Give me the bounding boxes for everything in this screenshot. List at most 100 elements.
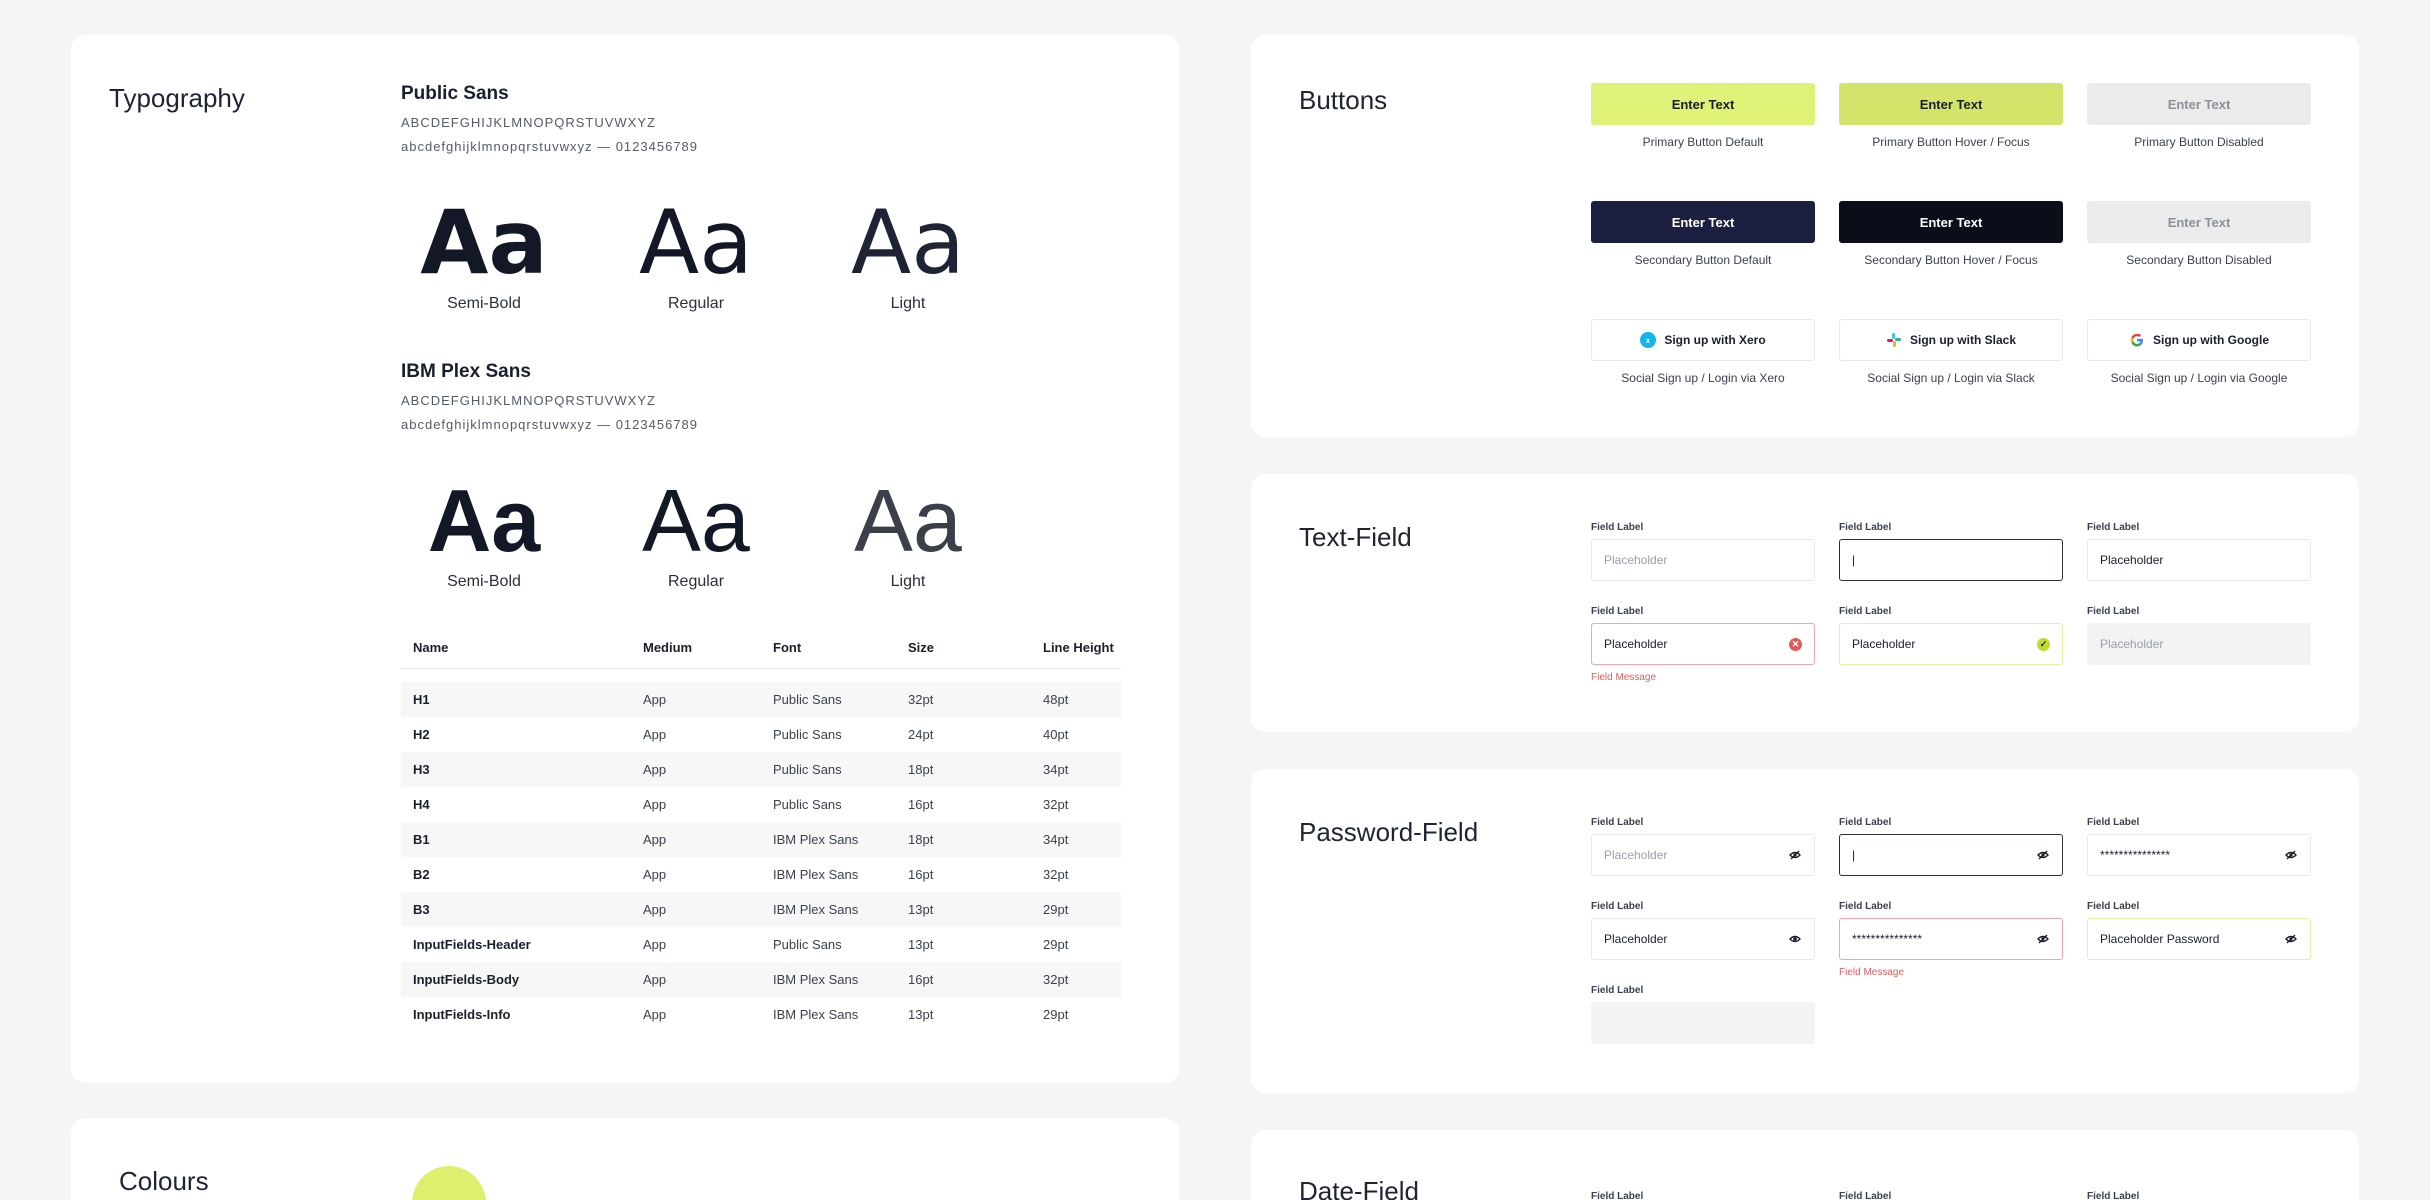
table-cell: Public Sans: [773, 727, 842, 742]
table-cell: App: [631, 682, 761, 717]
table-cell: Public Sans: [761, 682, 896, 717]
table-cell: H2: [413, 727, 430, 742]
eye-slash-icon[interactable]: [2036, 848, 2050, 862]
col-header-size: Size: [896, 628, 1031, 669]
col-header-line-height: Line Height: [1031, 628, 1121, 669]
social-signup-button[interactable]: Sign up with Google: [2087, 319, 2311, 361]
table-cell: IBM Plex Sans: [773, 867, 859, 882]
font-uppercase-sample: ABCDEFGHIJKLMNOPQRSTUVWXYZ: [401, 115, 656, 130]
social-button-label: Sign up with Google: [2153, 333, 2269, 347]
field-label: Field Label: [1591, 1191, 1644, 1200]
sample-semibold: Aa Semi-Bold: [419, 471, 549, 591]
table-row: InputFields-Body App IBM Plex Sans 16pt 32pt: [401, 962, 1121, 997]
table-header-row: Name Medium Font Size Line Height: [401, 628, 1121, 669]
table-cell: IBM Plex Sans: [761, 822, 896, 857]
table-cell: 32pt: [1043, 867, 1069, 882]
field-cursor: |: [1852, 553, 1856, 567]
table-cell: 18pt: [896, 752, 1031, 787]
password-title: Password-Field: [1299, 817, 1479, 847]
secondary-button[interactable]: Enter Text: [1591, 201, 1815, 243]
eye-slash-icon[interactable]: [2036, 932, 2050, 946]
sample-regular: Aa Regular: [631, 471, 761, 591]
social-signup-button[interactable]: Sign up with Slack: [1839, 319, 2063, 361]
google-icon: [2129, 332, 2145, 348]
table-cell: 48pt: [1031, 682, 1121, 717]
table-cell: App: [643, 727, 667, 742]
button-caption: Secondary Button Disabled: [2126, 253, 2272, 267]
table-cell: InputFields-Header: [413, 937, 531, 952]
field-placeholder: Placeholder: [2100, 637, 2164, 651]
glyph-sample: Aa: [420, 191, 548, 294]
table-cell: 34pt: [1031, 752, 1121, 787]
social-signup-button[interactable]: x Sign up with Xero: [1591, 319, 1815, 361]
button-caption: Social Sign up / Login via Xero: [1621, 371, 1785, 385]
text-field-filled[interactable]: Placeholder: [2087, 539, 2311, 581]
field-label: Field Label: [1591, 901, 1644, 912]
button-caption: Social Sign up / Login via Google: [2110, 371, 2288, 385]
table-cell: 34pt: [1031, 822, 1121, 857]
text-field-error[interactable]: Placeholder ✕: [1591, 623, 1815, 665]
typography-title: Typography: [109, 83, 245, 113]
field-cursor: |: [1852, 848, 1856, 862]
eye-slash-icon[interactable]: [1788, 848, 1802, 862]
table-cell: App: [631, 822, 761, 857]
table-cell: H4: [413, 797, 430, 812]
primary-button[interactable]: Enter Text: [1591, 83, 1815, 125]
table-cell: App: [631, 752, 761, 787]
weight-label: Semi-Bold: [447, 295, 521, 312]
table-cell: H3: [401, 752, 631, 787]
table-cell: H1: [401, 682, 631, 717]
text-field-focused[interactable]: |: [1839, 539, 2063, 581]
button-caption: Primary Button Default: [1642, 135, 1764, 149]
password-field-focused[interactable]: |: [1839, 834, 2063, 876]
col-header-font: Font: [761, 628, 896, 669]
datefield-card: Date-Field: [1251, 1130, 2359, 1200]
table-row: B2 App IBM Plex Sans 16pt 32pt: [401, 857, 1121, 892]
table-cell: InputFields-Body: [401, 962, 631, 997]
sample-semibold: Aa Semi-Bold: [419, 193, 549, 313]
weight-label: Regular: [667, 295, 725, 312]
glyph-sample: Aa: [642, 471, 750, 570]
eye-slash-icon[interactable]: [2284, 932, 2298, 946]
password-field-filled[interactable]: ***************: [2087, 834, 2311, 876]
eye-slash-icon[interactable]: [2284, 848, 2298, 862]
type-scale-table: Name Medium Font Size Line Height H1 App P…: [401, 628, 1121, 1032]
table-cell: 29pt: [1043, 937, 1069, 952]
weight-label: Light: [890, 573, 926, 590]
buttons-title: Buttons: [1299, 85, 1388, 115]
eye-icon[interactable]: [1788, 932, 1802, 946]
font-name-ibm-plex-sans: IBM Plex Sans: [401, 361, 531, 382]
password-field-visible[interactable]: Placeholder: [1591, 918, 1815, 960]
glyph-sample: Aa: [850, 191, 966, 294]
field-label: Field Label: [1839, 901, 1892, 912]
textfield-card: Text-Field: [1251, 474, 2359, 732]
text-field-default[interactable]: Placeholder: [1591, 539, 1815, 581]
text-field-success[interactable]: Placeholder ✓: [1839, 623, 2063, 665]
password-field-default[interactable]: Placeholder: [1591, 834, 1815, 876]
slack-icon: [1886, 332, 1902, 348]
field-label: Field Label: [2087, 817, 2140, 828]
table-spacer: [401, 668, 1121, 682]
field-error-message: Field Message: [1591, 672, 1657, 683]
table-cell: App: [643, 867, 667, 882]
password-field-error[interactable]: ***************: [1839, 918, 2063, 960]
colour-swatch: [412, 1166, 486, 1200]
password-field-disabled: [1591, 1002, 1815, 1044]
colours-card: Colours: [71, 1118, 1179, 1200]
table-cell: 32pt: [896, 682, 1031, 717]
font-lowercase-sample: abcdefghijklmnopqrstuvwxyz — 0123456789: [401, 139, 698, 154]
field-value: Placeholder Password: [2100, 932, 2220, 946]
glyph-sample: Aa: [854, 471, 962, 570]
secondary-button[interactable]: Enter Text: [1839, 201, 2063, 243]
primary-button[interactable]: Enter Text: [1839, 83, 2063, 125]
table-cell: 13pt: [896, 892, 1031, 927]
field-label: Field Label: [1839, 817, 1892, 828]
check-icon: ✓: [2037, 637, 2050, 651]
table-cell: 29pt: [1043, 1007, 1069, 1022]
password-field-success[interactable]: Placeholder Password: [2087, 918, 2311, 960]
table-cell: 13pt: [908, 1007, 934, 1022]
table-row: H1 App Public Sans 32pt 48pt: [401, 682, 1121, 717]
table-row: H4 App Public Sans 16pt 32pt: [401, 787, 1121, 822]
svg-text:x: x: [1646, 338, 1650, 345]
table-cell: 24pt: [908, 727, 934, 742]
